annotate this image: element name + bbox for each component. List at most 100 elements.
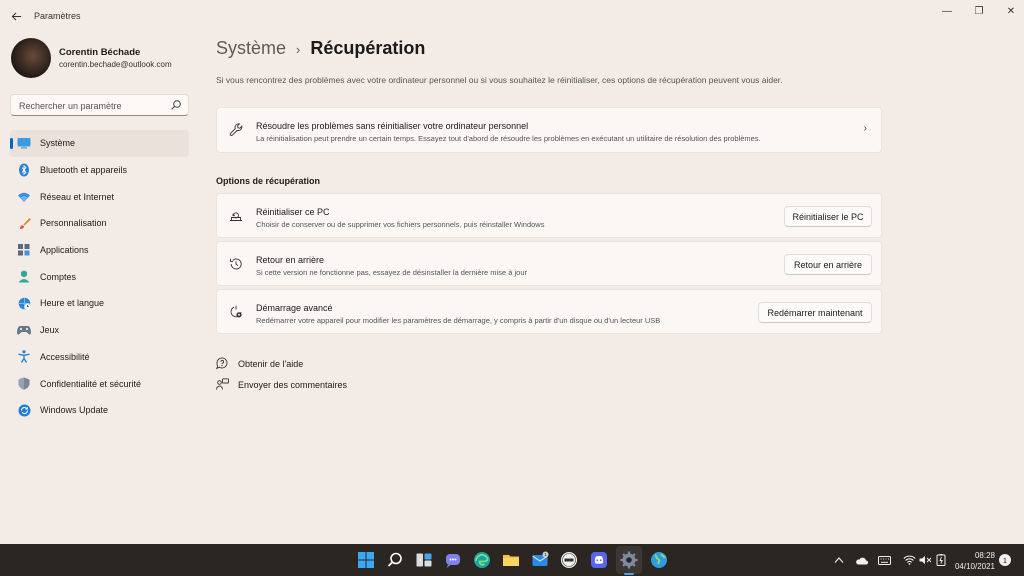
settings-gear-icon[interactable] (620, 551, 638, 569)
settings-window: Paramètres — ❐ ✕ Corentin Béchade corent… (0, 0, 1024, 544)
avatar[interactable] (11, 38, 51, 78)
sidebar-item-label: Système (40, 138, 76, 149)
sidebar-item-label: Personnalisation (40, 218, 107, 229)
breadcrumb: Système › Récupération (216, 38, 425, 59)
send-feedback-link[interactable]: Envoyer des commentaires (216, 378, 347, 391)
sidebar-item-label: Jeux (40, 325, 60, 336)
shield-icon (17, 377, 31, 391)
file-explorer-icon[interactable] (502, 551, 520, 569)
network-icon (17, 190, 31, 204)
dell-icon[interactable] (560, 551, 578, 569)
taskbar: 1 08:28 04/10/2021 1 (0, 544, 1024, 576)
sidebar-item-comptes[interactable]: Comptes (10, 263, 189, 290)
page-title: Récupération (310, 38, 426, 58)
clock-time[interactable]: 08:28 (950, 551, 995, 560)
card-description: Choisir de conserver ou de supprimer vos… (256, 220, 545, 229)
search-placeholder: Rechercher un paramètre (19, 101, 122, 111)
minimize-button[interactable]: — (930, 0, 964, 22)
link-label: Obtenir de l'aide (238, 358, 304, 369)
globe-app-icon[interactable] (650, 551, 668, 569)
keyboard-icon[interactable] (877, 553, 891, 567)
get-help-link[interactable]: Obtenir de l'aide (216, 357, 303, 370)
sidebar-item-personnalisation[interactable]: Personnalisation (10, 210, 189, 237)
sidebar-item-systeme[interactable]: Système (10, 130, 189, 157)
teams-chat-icon[interactable] (444, 551, 462, 569)
sidebar-item-label: Applications (40, 245, 89, 256)
link-label: Envoyer des commentaires (238, 379, 348, 390)
sidebar-item-label: Windows Update (40, 405, 109, 416)
restart-now-button[interactable]: Redémarrer maintenant (758, 302, 872, 323)
accessibility-icon (17, 350, 31, 364)
reset-pc-card: Réinitialiser ce PC Choisir de conserver… (216, 193, 882, 238)
troubleshoot-card[interactable]: Résoudre les problèmes sans réinitialise… (216, 107, 882, 153)
back-button[interactable] (6, 6, 26, 26)
card-title: Résoudre les problèmes sans réinitialise… (256, 121, 529, 131)
sidebar-item-windows-update[interactable]: Windows Update (10, 397, 189, 424)
sidebar-item-label: Comptes (40, 271, 77, 282)
sidebar-item-bluetooth[interactable]: Bluetooth et appareils (10, 157, 189, 184)
sidebar-item-label: Confidentialité et sécurité (40, 378, 142, 389)
clock-date[interactable]: 04/10/2021 (950, 562, 995, 571)
sidebar-item-label: Heure et langue (40, 298, 105, 309)
app-title: Paramètres (34, 11, 81, 21)
user-email: corentin.bechade@outlook.com (59, 60, 172, 69)
search-input[interactable]: Rechercher un paramètre (10, 94, 189, 116)
sidebar-nav: Système Bluetooth et appareils Réseau et… (10, 130, 189, 424)
chevron-up-icon[interactable] (832, 553, 846, 567)
taskbar-search-icon[interactable] (386, 551, 404, 569)
feedback-icon (216, 378, 229, 390)
advanced-startup-icon (230, 305, 242, 318)
card-description: La réinitialisation peut prendre un cert… (256, 134, 761, 143)
card-title: Démarrage avancé (256, 303, 333, 313)
sidebar-item-applications[interactable]: Applications (10, 237, 189, 264)
advanced-startup-card: Démarrage avancé Redémarrer votre appare… (216, 289, 882, 334)
user-name: Corentin Béchade (59, 47, 141, 58)
bluetooth-icon (17, 163, 31, 177)
battery-icon[interactable] (934, 553, 948, 567)
card-title: Retour en arrière (256, 255, 325, 265)
mail-icon[interactable]: 1 (531, 551, 549, 569)
maximize-button[interactable]: ❐ (962, 0, 996, 22)
intro-text: Si vous rencontrez des problèmes avec vo… (216, 75, 783, 85)
chevron-right-icon: › (296, 42, 301, 57)
go-back-card: Retour en arrière Si cette version ne fo… (216, 241, 882, 286)
close-button[interactable]: ✕ (994, 0, 1024, 22)
sidebar-item-reseau[interactable]: Réseau et Internet (10, 183, 189, 210)
search-icon[interactable] (170, 99, 182, 111)
globe-clock-icon (17, 296, 31, 310)
sidebar-item-confidentialite[interactable]: Confidentialité et sécurité (10, 370, 189, 397)
card-description: Redémarrer votre appareil pour modifier … (256, 316, 661, 325)
sidebar-item-accessibilite[interactable]: Accessibilité (10, 344, 189, 371)
sidebar-item-label: Accessibilité (40, 351, 90, 362)
active-app-indicator (624, 573, 634, 575)
system-icon (17, 136, 31, 150)
onedrive-cloud-icon[interactable] (854, 553, 868, 567)
windows-update-icon (17, 403, 31, 417)
apps-icon (17, 243, 31, 257)
breadcrumb-parent[interactable]: Système (216, 38, 286, 59)
sidebar-item-heure-langue[interactable]: Heure et langue (10, 290, 189, 317)
wifi-icon[interactable] (902, 553, 916, 567)
title-bar: Paramètres — ❐ ✕ (0, 0, 1024, 32)
gamepad-icon (17, 323, 31, 337)
task-view-icon[interactable] (415, 551, 433, 569)
notification-badge[interactable]: 1 (999, 554, 1011, 566)
discord-icon[interactable] (590, 551, 608, 569)
history-icon (230, 258, 242, 270)
reset-pc-button[interactable]: Réinitialiser le PC (784, 206, 872, 227)
back-arrow-icon (11, 11, 21, 21)
accounts-icon (17, 270, 31, 284)
sidebar-item-jeux[interactable]: Jeux (10, 317, 189, 344)
section-title: Options de récupération (216, 176, 321, 186)
wrench-icon (229, 123, 243, 136)
card-description: Si cette version ne fonctionne pas, essa… (256, 268, 527, 277)
windows-start-icon[interactable] (357, 551, 375, 569)
go-back-button[interactable]: Retour en arrière (784, 254, 872, 275)
edge-icon[interactable] (473, 551, 491, 569)
volume-muted-icon[interactable] (918, 553, 932, 567)
reset-pc-icon (230, 212, 242, 221)
sidebar-item-label: Réseau et Internet (40, 191, 115, 202)
help-icon (216, 357, 228, 370)
brush-icon (17, 216, 31, 230)
chevron-right-icon: › (863, 123, 867, 134)
